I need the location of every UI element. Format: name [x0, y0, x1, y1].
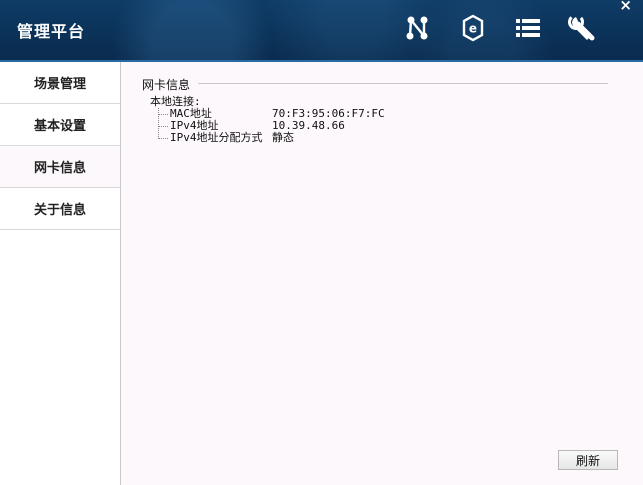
sidebar: 场景管理 基本设置 网卡信息 关于信息: [0, 62, 121, 485]
ie-browser-icon[interactable]: e: [459, 13, 487, 43]
main-panel: 网卡信息 本地连接: MAC地址 70:F3:95:06:F7:FC IPv4地址…: [122, 62, 643, 485]
sidebar-item-scene-management[interactable]: 场景管理: [0, 62, 120, 104]
group-title: 网卡信息: [142, 76, 195, 93]
refresh-button[interactable]: 刷新: [558, 450, 618, 470]
sidebar-item-about[interactable]: 关于信息: [0, 188, 120, 230]
title-bar: 管理平台 e ×: [0, 0, 643, 62]
topology-icon[interactable]: [403, 13, 431, 43]
tree-row-ipv4-mode[interactable]: IPv4地址分配方式 静态: [150, 132, 385, 144]
app-title: 管理平台: [17, 22, 86, 41]
close-button[interactable]: ×: [619, 0, 632, 13]
row-value: 静态: [272, 131, 294, 144]
row-key: IPv4地址分配方式: [170, 131, 263, 144]
wrench-icon[interactable]: [568, 13, 596, 43]
sidebar-item-nic-info[interactable]: 网卡信息: [0, 146, 120, 188]
nic-tree: 本地连接: MAC地址 70:F3:95:06:F7:FC IPv4地址 10.39…: [150, 96, 385, 144]
group-divider: [198, 83, 608, 84]
sidebar-item-basic-settings[interactable]: 基本设置: [0, 104, 120, 146]
svg-text:e: e: [469, 22, 477, 36]
list-icon[interactable]: [514, 13, 542, 43]
